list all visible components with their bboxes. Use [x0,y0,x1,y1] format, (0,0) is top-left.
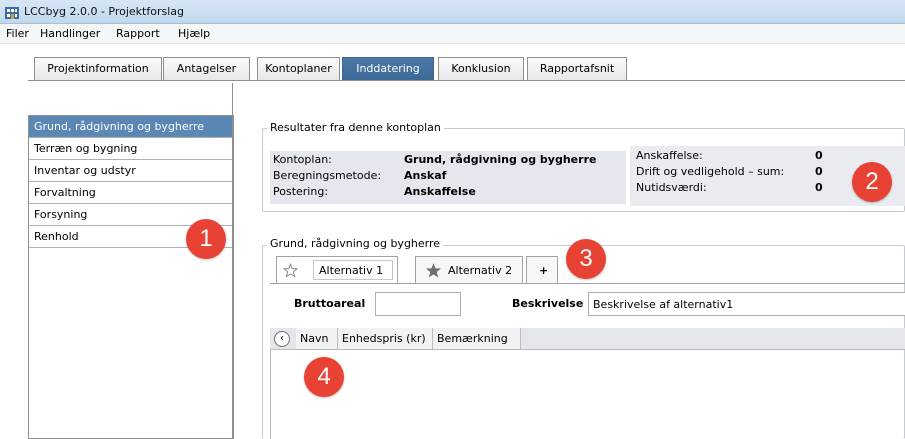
tab-rapportafsnit[interactable]: Rapportafsnit [527,57,627,81]
anskaffelse-value: 0 [815,149,823,162]
content-divider [232,83,233,439]
callout-badge-3: 3 [566,239,606,279]
drift-value: 0 [815,165,823,178]
window-title: LCCbyg 2.0.0 - Projektforslag [24,5,185,18]
menu-rapport[interactable]: Rapport [116,27,160,40]
beskrivelse-label: Beskrivelse [512,297,584,310]
menu-filer[interactable]: Filer [6,27,29,40]
section-group-title: Grund, rådgivning og bygherre [267,237,444,250]
app-building-icon [5,7,19,19]
results-group-title: Resultater fra denne kontoplan [267,121,444,134]
kontoplan-value: Grund, rådgivning og bygherre [404,153,597,166]
menu-handlinger[interactable]: Handlinger [40,27,100,40]
window-titlebar: LCCbyg 2.0.0 - Projektforslag [0,0,905,24]
tab-kontoplaner[interactable]: Kontoplaner [257,57,340,81]
add-label: + [539,264,549,277]
callout-badge-4: 4 [304,357,344,397]
sidebar: Grund, rådgivning og bygherre Terræn og … [28,115,234,439]
alternative-tab-line [270,283,905,284]
callout-badge-1: 1 [186,219,226,259]
star-outline-icon[interactable] [283,263,298,278]
sidebar-item-forvaltning[interactable]: Forvaltning [29,182,233,204]
column-bemaerkning[interactable]: Bemærkning [433,328,521,349]
sidebar-item-grund[interactable]: Grund, rådgivning og bygherre [29,116,233,138]
nutidsvaerdi-label: Nutidsværdi: [636,181,707,194]
sidebar-item-inventar[interactable]: Inventar og udstyr [29,160,233,182]
bruttoareal-label: Bruttoareal [294,297,366,310]
grid-body [270,350,905,439]
tab-antagelser[interactable]: Antagelser [163,57,250,81]
alternativ-1-label: Alternativ 1 [319,264,384,277]
add-alternative-button[interactable]: + [526,256,558,284]
alternativ-2-label: Alternativ 2 [448,264,513,277]
beregningsmetode-label: Beregningsmetode: [273,169,382,182]
star-filled-icon[interactable] [426,263,441,278]
tab-alternativ-2[interactable]: Alternativ 2 [415,256,523,284]
postering-label: Postering: [273,185,329,198]
postering-value: Anskaffelse [404,185,476,198]
tab-konklusion[interactable]: Konklusion [438,57,524,81]
tab-inddatering[interactable]: Inddatering [342,57,434,81]
kontoplan-label: Kontoplan: [273,153,332,166]
beregningsmetode-value: Anskaf [404,169,447,182]
grid-header: ‹ Navn Enhedspris (kr) Bemærkning [270,328,905,350]
bruttoareal-input[interactable] [375,292,461,316]
nutidsvaerdi-value: 0 [815,181,823,194]
tab-alternativ-1[interactable]: Alternativ 1 [276,256,398,284]
callout-badge-2: 2 [852,162,892,202]
collapse-left-icon[interactable]: ‹ [274,331,290,347]
anskaffelse-label: Anskaffelse: [636,149,703,162]
tab-strip-line [28,80,905,81]
drift-label: Drift og vedligehold – sum: [636,165,785,178]
menu-hjaelp[interactable]: Hjælp [178,27,210,40]
beskrivelse-input[interactable]: Beskrivelse af alternativ1 [588,292,905,316]
tab-projektinformation[interactable]: Projektinformation [34,57,162,81]
column-enhedspris[interactable]: Enhedspris (kr) [338,328,433,349]
column-navn[interactable]: Navn [296,328,338,349]
menu-bar: Filer Handlinger Rapport Hjælp [0,24,905,44]
sidebar-item-terraen[interactable]: Terræn og bygning [29,138,233,160]
